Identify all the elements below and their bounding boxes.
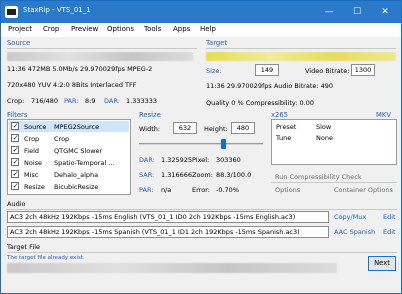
target-divider	[206, 48, 396, 49]
window-title: StaxRip - VTS_01_1	[23, 6, 91, 14]
audio-track-1-edit[interactable]: Edit	[383, 213, 396, 221]
resize-par-value: n/a	[161, 186, 172, 194]
audio-track-2-edit[interactable]: Edit	[383, 228, 396, 236]
resize-sar-value: 1.316666	[161, 171, 193, 179]
encoder-preset-label: Preset	[276, 123, 297, 131]
filter-noise-checkbox[interactable]	[11, 157, 19, 166]
resize-pixel-value: 303360	[216, 156, 241, 164]
target-file-divider	[7, 252, 397, 253]
filter-crop-name: Crop	[24, 135, 40, 143]
staxrip-app-icon[interactable]	[5, 6, 18, 18]
encoder-divider	[271, 182, 397, 183]
container-options-link[interactable]: Container Options	[334, 186, 393, 194]
audio-track-1-input[interactable]: AC3 2ch 48kHz 192Kbps -15ms English (VTS…	[7, 211, 329, 223]
source-info-line2: 720x480 YUV 4:2:0 8Bits Interlaced TFF	[7, 81, 137, 89]
menu-options[interactable]: Options	[107, 25, 134, 33]
encoder-header[interactable]: x265	[271, 111, 288, 119]
source-path-blurred[interactable]	[7, 52, 193, 61]
audio-track-2-input[interactable]: AC3 2ch 48kHz 192Kbps -15ms Spanish (VTS…	[7, 226, 329, 238]
minimize-button[interactable]: —	[317, 1, 341, 23]
filter-crop-value: Crop	[54, 135, 70, 143]
encoder-preset-value[interactable]: Slow	[316, 123, 331, 131]
target-size-label[interactable]: Size:	[206, 67, 222, 75]
source-crop-value: 716/480	[31, 97, 59, 105]
resize-dar-label[interactable]: DAR:	[139, 156, 155, 164]
target-info-line2: 11:36 29.970029fps Audio Bitrate: 490	[206, 82, 334, 90]
filter-source-name: Source	[24, 123, 47, 131]
maximize-button[interactable]: ☐	[345, 1, 369, 23]
source-crop-label: Crop:	[7, 97, 25, 105]
target-file-header: Target File	[7, 243, 41, 251]
source-header: Source	[7, 39, 31, 47]
target-file-status: The target file already exist.	[7, 255, 85, 261]
resize-slider-thumb[interactable]	[221, 139, 227, 149]
filter-misc-value: Dehalo_alpha	[54, 171, 99, 179]
filters-list[interactable]: Source MPEG2Source Crop Crop Field QTGMC…	[7, 119, 131, 195]
filter-noise-value: Spatio-Temporal ...	[54, 159, 115, 167]
filter-resize-checkbox[interactable]	[11, 181, 19, 190]
menu-bar: Project Crop Preview Options Tools Apps …	[1, 23, 401, 37]
container-format[interactable]: MKV	[376, 111, 391, 119]
audio-header: Audio	[7, 200, 26, 208]
staxrip-window: StaxRip - VTS_01_1 — ☐ ✕ Project Crop Pr…	[0, 0, 402, 294]
audio-track-1-codec[interactable]: Copy/Mux	[334, 213, 366, 221]
close-button[interactable]: ✕	[373, 1, 397, 23]
filters-header: Filters	[7, 111, 28, 119]
source-dar-label[interactable]: DAR:	[104, 97, 120, 105]
target-header: Target	[206, 39, 228, 47]
resize-height-label: Height:	[204, 125, 228, 133]
resize-dar-value: 1.325925	[161, 156, 193, 164]
title-bar[interactable]: StaxRip - VTS_01_1 — ☐ ✕	[1, 1, 401, 23]
resize-zoom-value: 88.3/100.0	[216, 171, 252, 179]
source-par-value: 8:9	[85, 97, 96, 105]
menu-help[interactable]: Help	[200, 25, 216, 33]
filter-field-name: Field	[24, 147, 40, 155]
filter-source-value: MPEG2Source	[54, 123, 100, 131]
menu-tools[interactable]: Tools	[144, 25, 161, 33]
filter-misc-checkbox[interactable]	[11, 169, 19, 178]
filter-field-checkbox[interactable]	[11, 145, 19, 154]
filter-resize-value: BicubicResize	[54, 183, 99, 191]
target-file-path-blurred[interactable]	[7, 263, 337, 273]
menu-crop[interactable]: Crop	[43, 25, 59, 33]
run-compressibility-check[interactable]: Run Compressibility Check	[275, 173, 362, 181]
encoder-tune-value[interactable]: None	[316, 134, 333, 142]
target-quality: Quality 0 % Compressibility: 0.00	[206, 99, 315, 107]
resize-par-label[interactable]: PAR:	[139, 186, 153, 194]
resize-height-input[interactable]: 480	[231, 122, 255, 134]
filter-resize-name: Resize	[24, 183, 45, 191]
resize-pixel-label: Pixel:	[192, 156, 210, 164]
source-par-label[interactable]: PAR:	[64, 97, 78, 105]
menu-project[interactable]: Project	[8, 25, 32, 33]
filter-field-value: QTGMC Slower	[54, 147, 103, 155]
resize-error-value: -0.70%	[216, 186, 239, 194]
resize-header: Resize	[139, 111, 161, 119]
next-button[interactable]: Next	[368, 256, 396, 271]
audio-track-2-codec[interactable]: AAC Spanish	[334, 228, 375, 236]
source-divider	[7, 48, 197, 49]
source-dar-value: 1.333333	[126, 97, 158, 105]
target-bitrate-input[interactable]: 1300	[351, 64, 375, 76]
resize-error-label: Error:	[192, 186, 210, 194]
encoder-tune-label: Tune	[276, 134, 292, 142]
resize-slider-track[interactable]	[139, 143, 263, 145]
filter-misc-name: Misc	[24, 171, 39, 179]
resize-zoom-label: Zoom:	[192, 171, 213, 179]
resize-sar-label[interactable]: SAR:	[139, 171, 154, 179]
encoder-options-list[interactable]: Preset Slow Tune None	[271, 119, 397, 165]
filter-crop-checkbox[interactable]	[11, 133, 19, 142]
menu-preview[interactable]: Preview	[71, 25, 98, 33]
resize-width-label: Width:	[139, 125, 161, 133]
target-bitrate-label: Video Bitrate:	[305, 67, 350, 75]
filter-noise-name: Noise	[24, 159, 43, 167]
resize-width-input[interactable]: 632	[173, 122, 197, 134]
target-size-input[interactable]: 149	[255, 64, 279, 76]
filter-source-checkbox[interactable]	[11, 121, 19, 130]
audio-divider	[7, 209, 397, 210]
encoder-options-link[interactable]: Options	[275, 186, 300, 194]
menu-apps[interactable]: Apps	[173, 25, 190, 33]
target-path-blurred[interactable]	[206, 52, 396, 61]
source-info-line1: 11:36 472MB 5.0Mb/s 29.970029fps MPEG-2	[7, 65, 153, 73]
